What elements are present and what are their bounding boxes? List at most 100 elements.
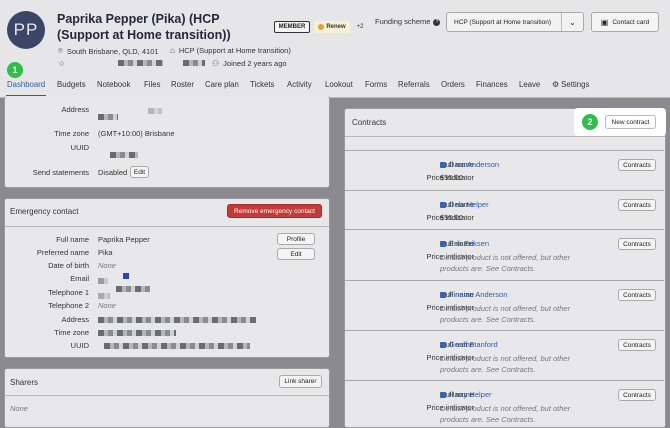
tab-dashboard[interactable]: Dashboard: [7, 80, 45, 89]
tab-budgets[interactable]: Budgets: [57, 80, 86, 89]
sharers-none: None: [10, 404, 28, 413]
tab-orders[interactable]: Orders: [441, 80, 465, 89]
redacted-email: [123, 273, 129, 279]
redacted-timezone: [98, 330, 176, 336]
funding-scheme-select[interactable]: HCP (Support at Home transition) ⌄: [446, 12, 584, 32]
price-indicator-note: Default product is not offered, but othe…: [440, 354, 571, 374]
contracts-button[interactable]: Contracts: [618, 289, 656, 301]
tab-roster[interactable]: Roster: [171, 80, 194, 89]
timezone-value: (GMT+10:00) Brisbane: [98, 129, 175, 138]
contracts-button[interactable]: Contracts: [618, 199, 656, 211]
contract-name-link[interactable]: Dara Anderson: [440, 160, 499, 169]
member-badge: MEMBER: [274, 21, 310, 33]
star-row[interactable]: ☆: [58, 59, 65, 68]
profile-header: PP Paprika Pepper (Pika) (HCP (Support a…: [0, 0, 670, 76]
renew-badge[interactable]: Renew: [314, 21, 350, 33]
contact-card-label: Contact card: [612, 18, 650, 26]
redacted-uuid: [110, 152, 138, 158]
contract-row: Full name Finnian Anderson Price indicat…: [345, 280, 664, 331]
ec-edit-button[interactable]: Edit: [277, 248, 315, 260]
remove-emergency-contact-button[interactable]: Remove emergency contact: [227, 204, 322, 218]
contact-card-button[interactable]: ▣ Contact card: [591, 12, 659, 32]
redacted-field: [183, 60, 205, 66]
ec-full-name-label: Full name: [56, 235, 89, 244]
divider: [345, 136, 665, 137]
price-indicator-note: Default product is not offered, but othe…: [440, 304, 571, 324]
ec-profile-button[interactable]: Profile: [277, 233, 315, 245]
location-text: South Brisbane, QLD, 4101: [66, 46, 159, 56]
ec-timezone-label: Time zone: [54, 328, 89, 337]
renew-label: Renew: [326, 24, 346, 30]
contract-name-link[interactable]: Finnian Anderson: [440, 290, 507, 299]
contracts-title: Contracts: [352, 118, 387, 127]
contracts-button[interactable]: Contracts: [618, 389, 656, 401]
person-icon: [440, 241, 446, 248]
contract-name-link[interactable]: Geoff Stanford: [440, 340, 498, 349]
person-icon: [440, 342, 446, 349]
redacted-email: [98, 278, 108, 284]
ec-telephone2-value: None: [98, 301, 116, 310]
more-badges[interactable]: +2: [353, 21, 367, 33]
new-contract-button[interactable]: New contract: [605, 115, 656, 129]
tab-lookout[interactable]: Lookout: [325, 80, 353, 89]
emergency-contact-title: Emergency contact: [10, 207, 79, 216]
renew-icon: [318, 24, 325, 30]
contract-row: Full name Harry Helper Price indicator D…: [345, 380, 664, 424]
redacted-address: [148, 108, 162, 114]
step-callout-2: 2: [582, 114, 598, 130]
person-icon: [440, 292, 446, 299]
ec-preferred-name-label: Preferred name: [36, 248, 89, 257]
contract-name-link[interactable]: Erik Eriksen: [440, 239, 489, 248]
funding-scheme-label: Funding scheme?: [375, 17, 441, 26]
send-statements-value: Disabled: [98, 168, 128, 177]
contracts-button[interactable]: Contracts: [618, 339, 656, 351]
chevron-down-icon[interactable]: ⌄: [561, 13, 583, 31]
redacted-field: [118, 60, 163, 66]
ec-uuid-label: UUID: [70, 341, 89, 350]
price-indicator-note: Default product is not offered, but othe…: [440, 253, 571, 273]
avatar: PP: [7, 11, 45, 49]
tab-forms[interactable]: Forms: [365, 80, 387, 89]
tab-settings[interactable]: ⚙ Settings: [552, 80, 589, 89]
redacted-telephone: [98, 293, 110, 299]
contract-name-link[interactable]: Harry Helper: [440, 390, 492, 399]
send-statements-label: Send statements: [32, 168, 89, 177]
gear-icon: ⚙: [552, 80, 559, 89]
sharers-title: Sharers: [10, 378, 39, 387]
contract-name-link[interactable]: Dela Helper: [440, 200, 489, 209]
contracts-button[interactable]: Contracts: [618, 159, 656, 171]
tab-finances[interactable]: Finances: [476, 80, 508, 89]
tab-leave[interactable]: Leave: [519, 80, 540, 89]
star-icon[interactable]: ☆: [58, 59, 65, 68]
ec-full-name-value: Paprika Pepper: [98, 235, 150, 244]
tab-tickets[interactable]: Tickets: [250, 80, 274, 89]
tab-activity[interactable]: Activity: [287, 80, 312, 89]
divider: [5, 395, 329, 396]
tab-files[interactable]: Files: [144, 80, 160, 89]
link-sharer-button[interactable]: Link sharer: [279, 375, 322, 388]
edit-statements-button[interactable]: Edit: [130, 166, 149, 178]
person-icon: [440, 392, 446, 399]
step-callout-1: 1: [7, 62, 23, 78]
contract-row: Full name Erik Eriksen Price indicator D…: [345, 229, 664, 280]
help-icon[interactable]: ?: [433, 18, 441, 26]
tab-care-plan[interactable]: Care plan: [205, 80, 239, 89]
ec-telephone1-label: Telephone 1: [48, 288, 89, 297]
redacted-address: [98, 317, 256, 323]
ec-address-label: Address: [61, 315, 89, 324]
divider: [5, 226, 329, 227]
tab-bar: Dashboard Budgets Notebook Files Roster …: [0, 76, 670, 98]
redacted-uuid: [104, 343, 250, 349]
tab-referrals[interactable]: Referrals: [398, 80, 430, 89]
tag-icon: ⌂: [170, 46, 175, 55]
funding-scheme-value: HCP (Support at Home transition): [454, 18, 552, 26]
id-card-icon: ▣: [600, 17, 609, 27]
ec-telephone2-label: Telephone 2: [48, 301, 89, 310]
ec-dob-label: Date of birth: [48, 261, 89, 270]
tab-notebook[interactable]: Notebook: [97, 80, 130, 89]
redacted-telephone: [116, 286, 150, 292]
contracts-button[interactable]: Contracts: [618, 238, 656, 250]
joined-row: ⚇ Joined 2 years ago: [212, 59, 287, 68]
ec-email-label: Email: [70, 274, 89, 283]
page-title: Paprika Pepper (Pika) (HCP (Support at H…: [57, 12, 231, 42]
